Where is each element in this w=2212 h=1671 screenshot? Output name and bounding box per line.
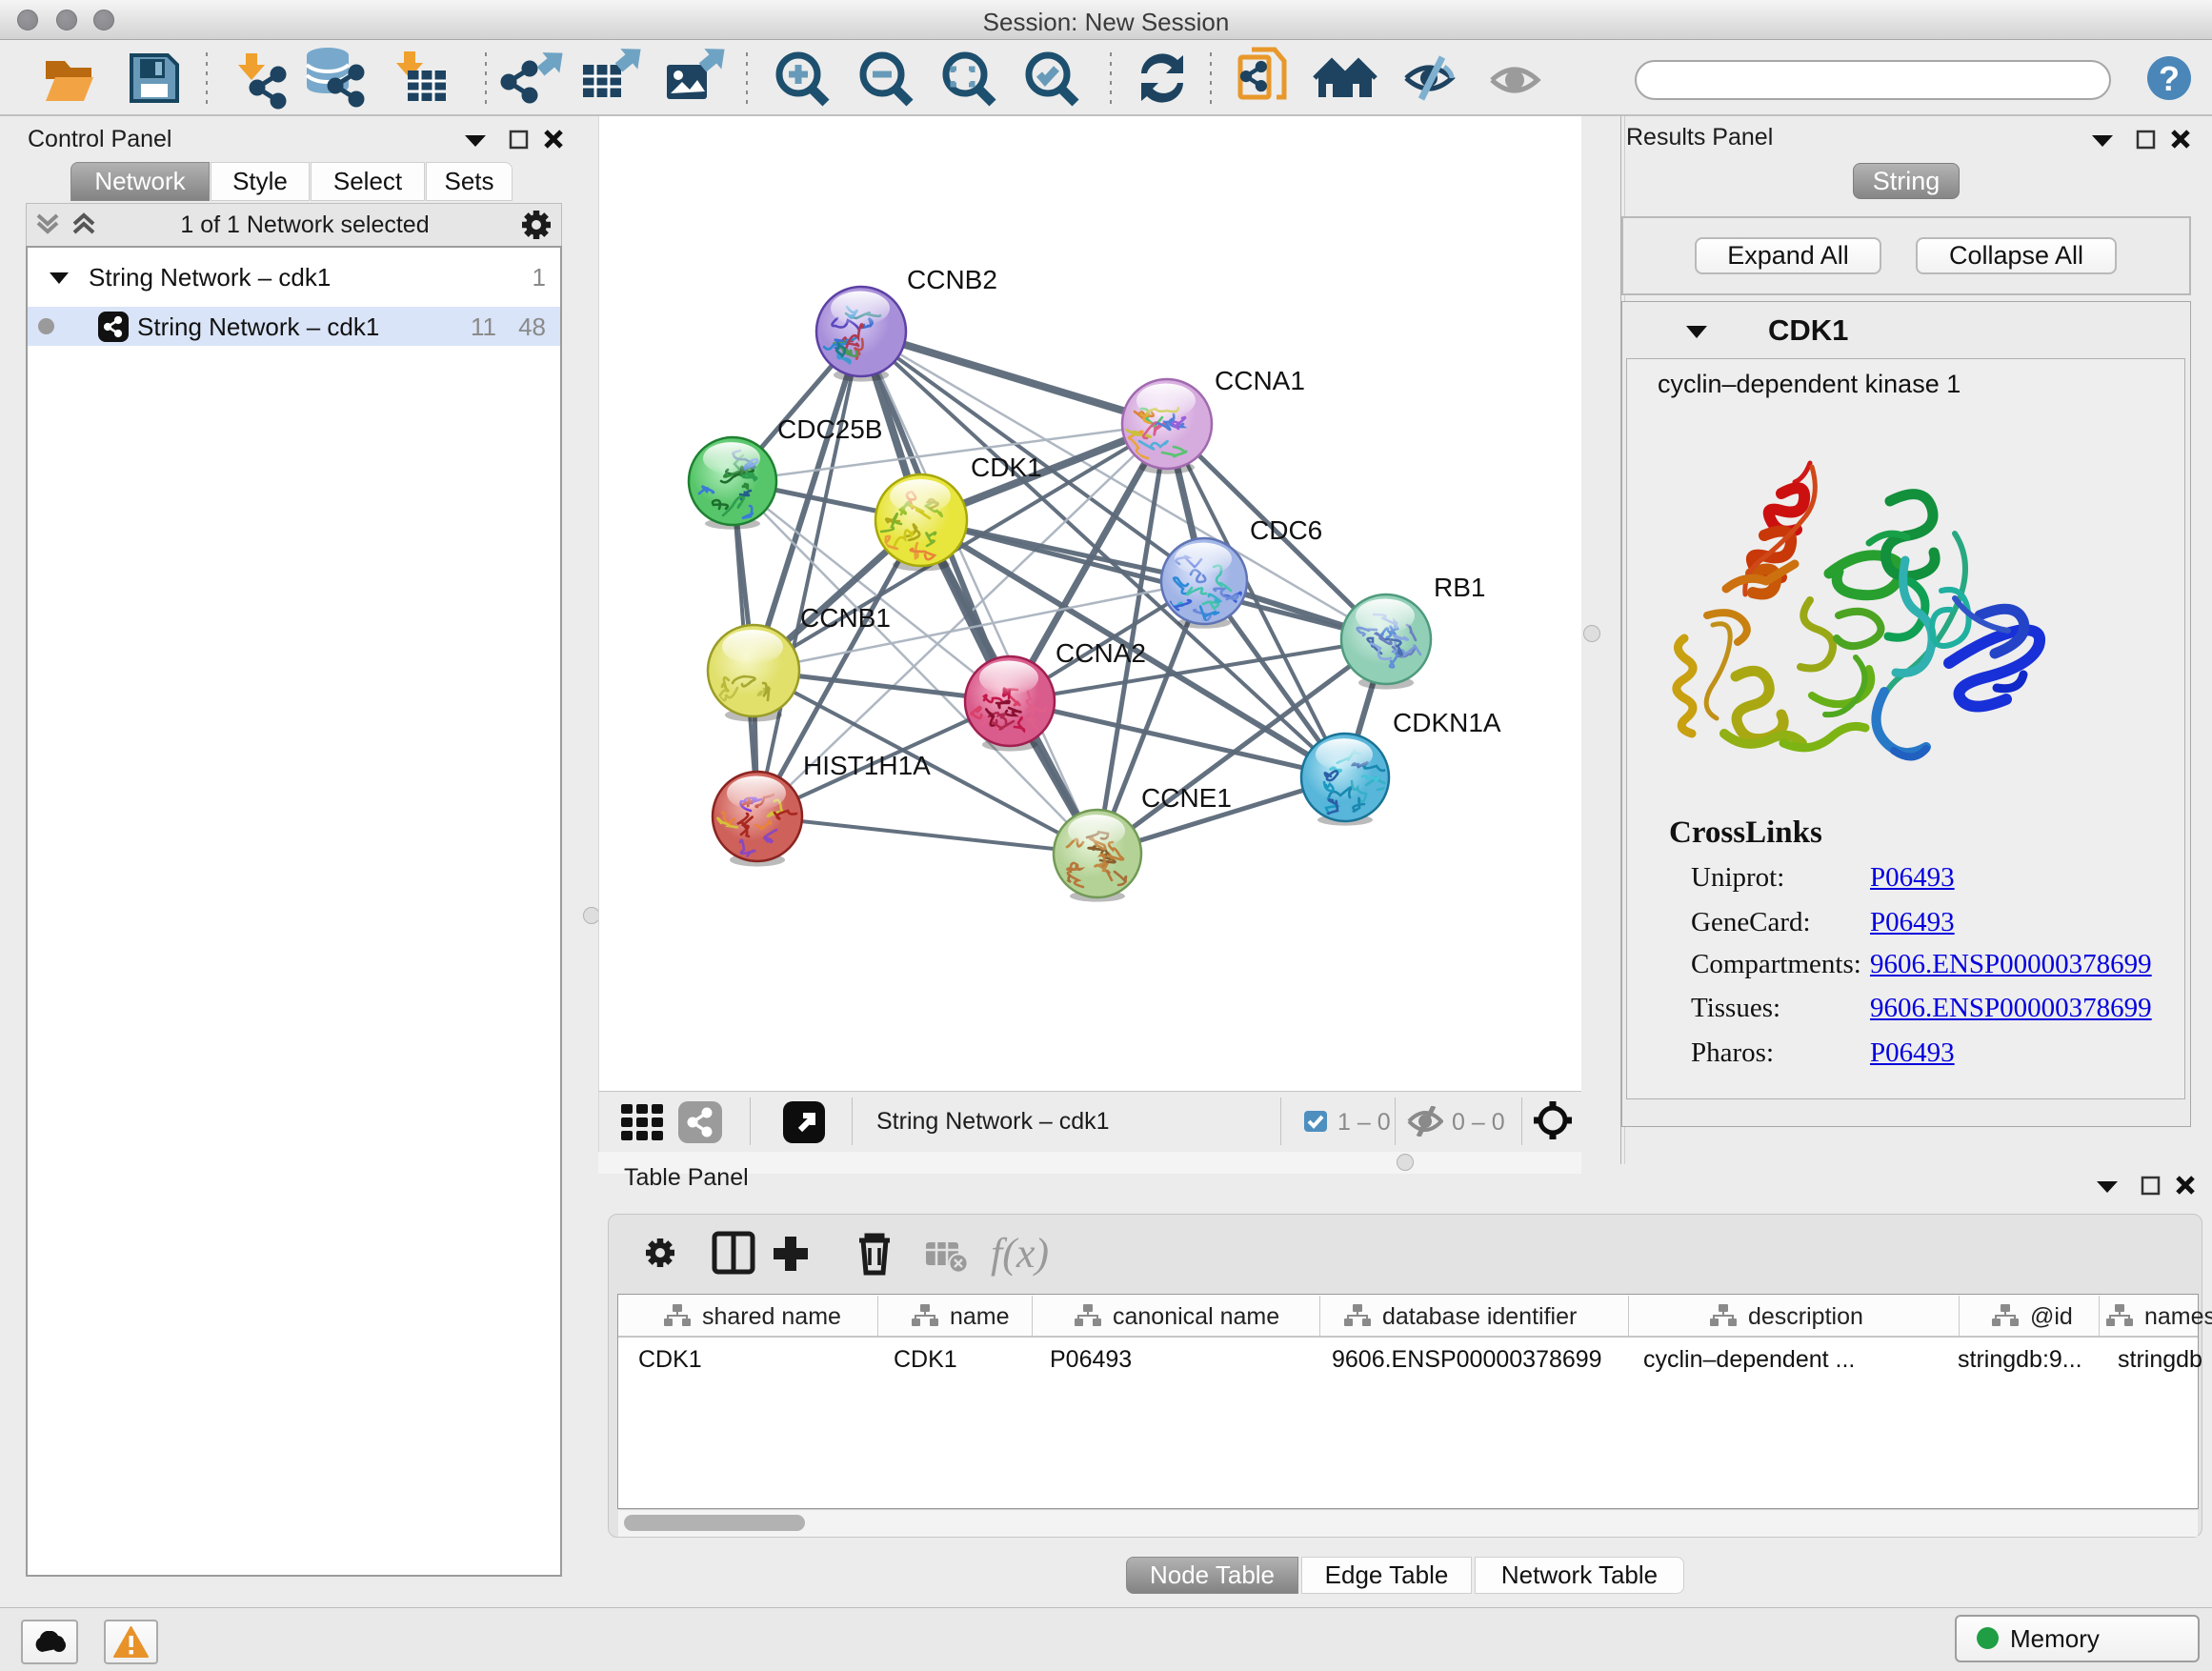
svg-text:CCNE1: CCNE1 [1141, 783, 1232, 813]
svg-text:RB1: RB1 [1434, 573, 1485, 602]
svg-text:HIST1H1A: HIST1H1A [803, 751, 931, 780]
svg-text:?: ? [2159, 59, 2180, 98]
svg-text:CDK1: CDK1 [971, 453, 1042, 482]
svg-text:CDC25B: CDC25B [777, 414, 882, 444]
svg-text:CCNB1: CCNB1 [800, 603, 891, 633]
svg-text:CDKN1A: CDKN1A [1393, 708, 1501, 737]
svg-text:CCNB2: CCNB2 [907, 265, 997, 294]
svg-text:CCNA2: CCNA2 [1056, 638, 1146, 668]
svg-text:CDC6: CDC6 [1250, 515, 1322, 545]
svg-text:f(x): f(x) [991, 1230, 1049, 1277]
svg-text:CCNA1: CCNA1 [1215, 366, 1305, 395]
